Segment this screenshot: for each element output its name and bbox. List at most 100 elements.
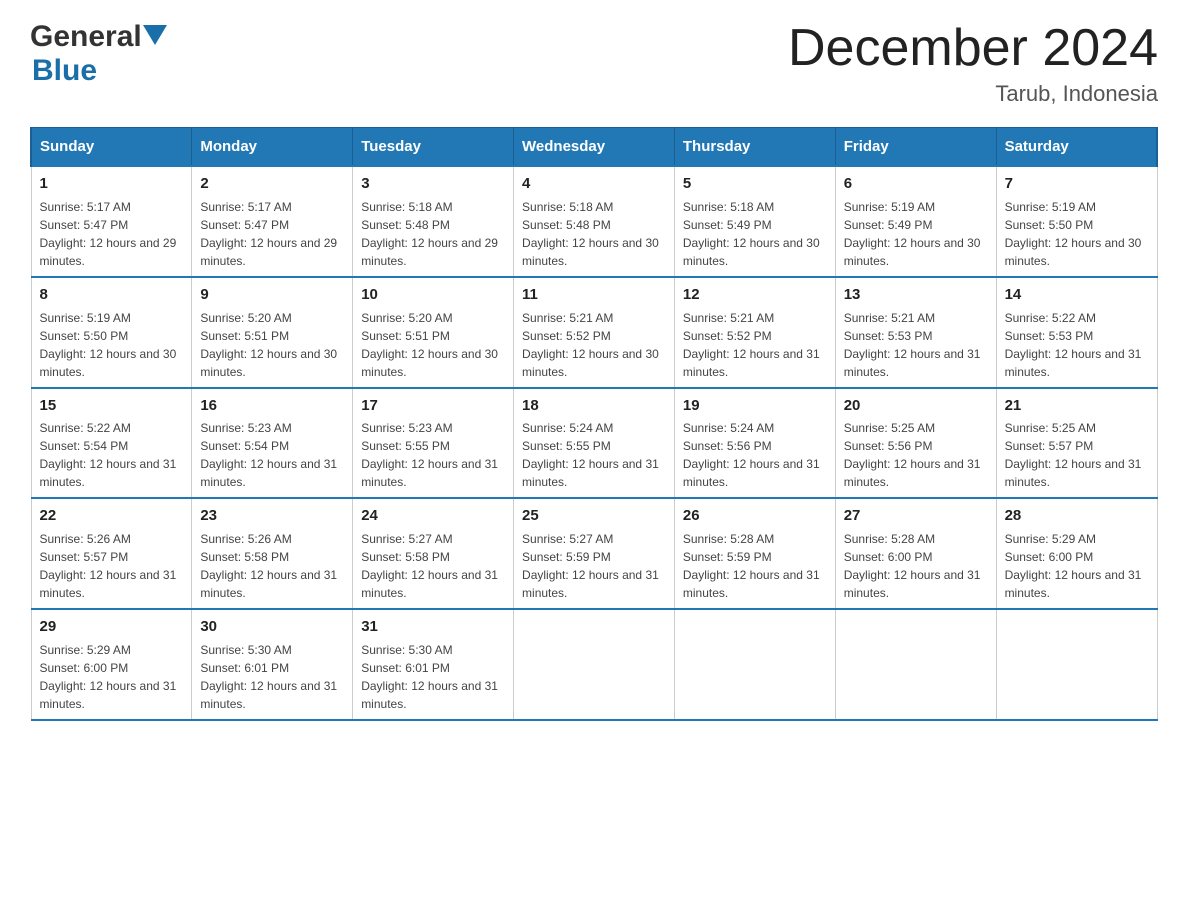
calendar-cell (674, 609, 835, 720)
logo-blue-text: Blue (32, 54, 97, 88)
day-info: Sunrise: 5:22 AMSunset: 5:54 PMDaylight:… (40, 419, 184, 491)
day-info: Sunrise: 5:30 AMSunset: 6:01 PMDaylight:… (200, 641, 344, 713)
calendar-cell: 11 Sunrise: 5:21 AMSunset: 5:52 PMDayligh… (514, 277, 675, 388)
day-info: Sunrise: 5:24 AMSunset: 5:55 PMDaylight:… (522, 419, 666, 491)
day-info: Sunrise: 5:21 AMSunset: 5:52 PMDaylight:… (522, 309, 666, 381)
calendar-cell: 14 Sunrise: 5:22 AMSunset: 5:53 PMDayligh… (996, 277, 1157, 388)
calendar-cell: 26 Sunrise: 5:28 AMSunset: 5:59 PMDayligh… (674, 498, 835, 609)
calendar-cell: 18Sunrise: 5:24 AMSunset: 5:55 PMDayligh… (514, 388, 675, 499)
day-number: 17 (361, 395, 505, 417)
calendar-cell: 17Sunrise: 5:23 AMSunset: 5:55 PMDayligh… (353, 388, 514, 499)
calendar-cell: 5Sunrise: 5:18 AMSunset: 5:49 PMDaylight… (674, 166, 835, 277)
day-number: 9 (200, 284, 344, 306)
calendar-cell: 30 Sunrise: 5:30 AMSunset: 6:01 PMDayligh… (192, 609, 353, 720)
day-number: 21 (1005, 395, 1149, 417)
day-number: 19 (683, 395, 827, 417)
day-number: 3 (361, 173, 505, 195)
calendar-cell: 19Sunrise: 5:24 AMSunset: 5:56 PMDayligh… (674, 388, 835, 499)
logo-general-text: General (30, 20, 142, 54)
calendar-cell: 16Sunrise: 5:23 AMSunset: 5:54 PMDayligh… (192, 388, 353, 499)
calendar-cell (996, 609, 1157, 720)
day-info: Sunrise: 5:29 AMSunset: 6:00 PMDaylight:… (40, 641, 184, 713)
col-header-thursday: Thursday (674, 128, 835, 167)
calendar-cell: 20Sunrise: 5:25 AMSunset: 5:56 PMDayligh… (835, 388, 996, 499)
day-number: 15 (40, 395, 184, 417)
day-info: Sunrise: 5:19 AMSunset: 5:49 PMDaylight:… (844, 198, 988, 270)
day-number: 14 (1005, 284, 1149, 306)
day-number: 30 (200, 616, 344, 638)
calendar-cell: 25 Sunrise: 5:27 AMSunset: 5:59 PMDayligh… (514, 498, 675, 609)
week-row-1: 1Sunrise: 5:17 AMSunset: 5:47 PMDaylight… (31, 166, 1157, 277)
day-number: 11 (522, 284, 666, 306)
day-info: Sunrise: 5:24 AMSunset: 5:56 PMDaylight:… (683, 419, 827, 491)
day-info: Sunrise: 5:18 AMSunset: 5:48 PMDaylight:… (522, 198, 666, 270)
day-number: 24 (361, 505, 505, 527)
calendar-cell: 12Sunrise: 5:21 AMSunset: 5:52 PMDayligh… (674, 277, 835, 388)
day-number: 23 (200, 505, 344, 527)
day-number: 20 (844, 395, 988, 417)
title-area: December 2024 Tarub, Indonesia (788, 20, 1158, 107)
day-number: 22 (40, 505, 184, 527)
day-info: Sunrise: 5:19 AMSunset: 5:50 PMDaylight:… (40, 309, 184, 381)
day-number: 2 (200, 173, 344, 195)
calendar-cell: 15Sunrise: 5:22 AMSunset: 5:54 PMDayligh… (31, 388, 192, 499)
logo-line: General (30, 20, 168, 54)
calendar-cell: 10 Sunrise: 5:20 AMSunset: 5:51 PMDayligh… (353, 277, 514, 388)
calendar-table: SundayMondayTuesdayWednesdayThursdayFrid… (30, 127, 1158, 721)
day-info: Sunrise: 5:19 AMSunset: 5:50 PMDaylight:… (1005, 198, 1149, 270)
calendar-cell: 9 Sunrise: 5:20 AMSunset: 5:51 PMDaylight… (192, 277, 353, 388)
day-info: Sunrise: 5:26 AMSunset: 5:57 PMDaylight:… (40, 530, 184, 602)
col-header-wednesday: Wednesday (514, 128, 675, 167)
day-info: Sunrise: 5:21 AMSunset: 5:52 PMDaylight:… (683, 309, 827, 381)
day-number: 13 (844, 284, 988, 306)
day-info: Sunrise: 5:21 AMSunset: 5:53 PMDaylight:… (844, 309, 988, 381)
day-info: Sunrise: 5:20 AMSunset: 5:51 PMDaylight:… (200, 309, 344, 381)
calendar-cell: 23 Sunrise: 5:26 AMSunset: 5:58 PMDayligh… (192, 498, 353, 609)
week-row-3: 15Sunrise: 5:22 AMSunset: 5:54 PMDayligh… (31, 388, 1157, 499)
day-info: Sunrise: 5:28 AMSunset: 5:59 PMDaylight:… (683, 530, 827, 602)
day-info: Sunrise: 5:22 AMSunset: 5:53 PMDaylight:… (1005, 309, 1149, 381)
day-info: Sunrise: 5:29 AMSunset: 6:00 PMDaylight:… (1005, 530, 1149, 602)
day-number: 10 (361, 284, 505, 306)
day-number: 8 (40, 284, 184, 306)
calendar-cell: 27Sunrise: 5:28 AMSunset: 6:00 PMDayligh… (835, 498, 996, 609)
calendar-cell: 7Sunrise: 5:19 AMSunset: 5:50 PMDaylight… (996, 166, 1157, 277)
calendar-cell: 2Sunrise: 5:17 AMSunset: 5:47 PMDaylight… (192, 166, 353, 277)
day-info: Sunrise: 5:30 AMSunset: 6:01 PMDaylight:… (361, 641, 505, 713)
day-info: Sunrise: 5:27 AMSunset: 5:58 PMDaylight:… (361, 530, 505, 602)
main-title: December 2024 (788, 20, 1158, 77)
day-number: 18 (522, 395, 666, 417)
week-row-4: 22 Sunrise: 5:26 AMSunset: 5:57 PMDayligh… (31, 498, 1157, 609)
calendar-cell: 6 Sunrise: 5:19 AMSunset: 5:49 PMDaylight… (835, 166, 996, 277)
day-number: 31 (361, 616, 505, 638)
day-info: Sunrise: 5:18 AMSunset: 5:49 PMDaylight:… (683, 198, 827, 270)
col-header-monday: Monday (192, 128, 353, 167)
calendar-cell: 22 Sunrise: 5:26 AMSunset: 5:57 PMDayligh… (31, 498, 192, 609)
day-number: 1 (40, 173, 184, 195)
calendar-cell (835, 609, 996, 720)
calendar-cell: 4Sunrise: 5:18 AMSunset: 5:48 PMDaylight… (514, 166, 675, 277)
col-header-saturday: Saturday (996, 128, 1157, 167)
calendar-cell: 29 Sunrise: 5:29 AMSunset: 6:00 PMDayligh… (31, 609, 192, 720)
day-info: Sunrise: 5:27 AMSunset: 5:59 PMDaylight:… (522, 530, 666, 602)
day-info: Sunrise: 5:26 AMSunset: 5:58 PMDaylight:… (200, 530, 344, 602)
calendar-cell: 21Sunrise: 5:25 AMSunset: 5:57 PMDayligh… (996, 388, 1157, 499)
day-info: Sunrise: 5:20 AMSunset: 5:51 PMDaylight:… (361, 309, 505, 381)
calendar-cell: 3Sunrise: 5:18 AMSunset: 5:48 PMDaylight… (353, 166, 514, 277)
day-number: 6 (844, 173, 988, 195)
calendar-cell: 8 Sunrise: 5:19 AMSunset: 5:50 PMDaylight… (31, 277, 192, 388)
day-number: 29 (40, 616, 184, 638)
day-number: 26 (683, 505, 827, 527)
calendar-cell: 13 Sunrise: 5:21 AMSunset: 5:53 PMDayligh… (835, 277, 996, 388)
page-header: General Blue December 2024 Tarub, Indone… (30, 20, 1158, 107)
day-info: Sunrise: 5:23 AMSunset: 5:54 PMDaylight:… (200, 419, 344, 491)
col-header-tuesday: Tuesday (353, 128, 514, 167)
day-number: 25 (522, 505, 666, 527)
day-number: 28 (1005, 505, 1149, 527)
day-info: Sunrise: 5:23 AMSunset: 5:55 PMDaylight:… (361, 419, 505, 491)
calendar-cell: 24 Sunrise: 5:27 AMSunset: 5:58 PMDayligh… (353, 498, 514, 609)
calendar-header-row: SundayMondayTuesdayWednesdayThursdayFrid… (31, 128, 1157, 167)
logo: General Blue (30, 20, 168, 88)
calendar-cell: 28 Sunrise: 5:29 AMSunset: 6:00 PMDayligh… (996, 498, 1157, 609)
col-header-sunday: Sunday (31, 128, 192, 167)
